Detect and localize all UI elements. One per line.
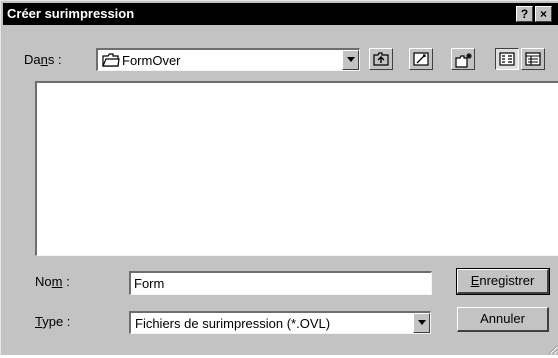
cancel-button[interactable]: Annuler [457,307,549,332]
location-dropdown-arrow[interactable] [342,50,359,70]
filetype-dropdown-arrow[interactable] [413,313,430,333]
save-overlay-dialog: Créer surimpression ? × Dans : FormOver [0,0,558,355]
help-button[interactable]: ? [516,6,533,22]
title-bar: Créer surimpression ? × [3,3,558,25]
filetype-label: Type : [35,314,71,329]
up-one-level-button[interactable] [369,48,393,70]
current-folder-text: FormOver [122,53,181,68]
filename-input[interactable] [134,275,428,292]
details-view-button[interactable] [521,48,545,70]
resize-grip-icon[interactable] [546,343,558,355]
dialog-title: Créer surimpression [7,6,135,21]
list-view-button[interactable] [495,48,519,70]
location-label: Dans : [24,52,62,67]
folder-icon [102,53,120,70]
save-button[interactable]: Enregistrer [456,268,550,295]
filetype-selected-text: Fichiers de surimpression (*.OVL) [135,316,331,331]
new-folder-button[interactable] [451,48,475,70]
filename-input-box[interactable] [129,271,432,295]
filetype-dropdown[interactable]: Fichiers de surimpression (*.OVL) [129,311,431,334]
file-list[interactable] [35,81,558,256]
filename-label: Nom : [35,274,70,289]
close-button[interactable]: × [535,6,552,22]
desktop-button[interactable] [409,48,433,70]
location-dropdown[interactable]: FormOver [96,48,360,71]
